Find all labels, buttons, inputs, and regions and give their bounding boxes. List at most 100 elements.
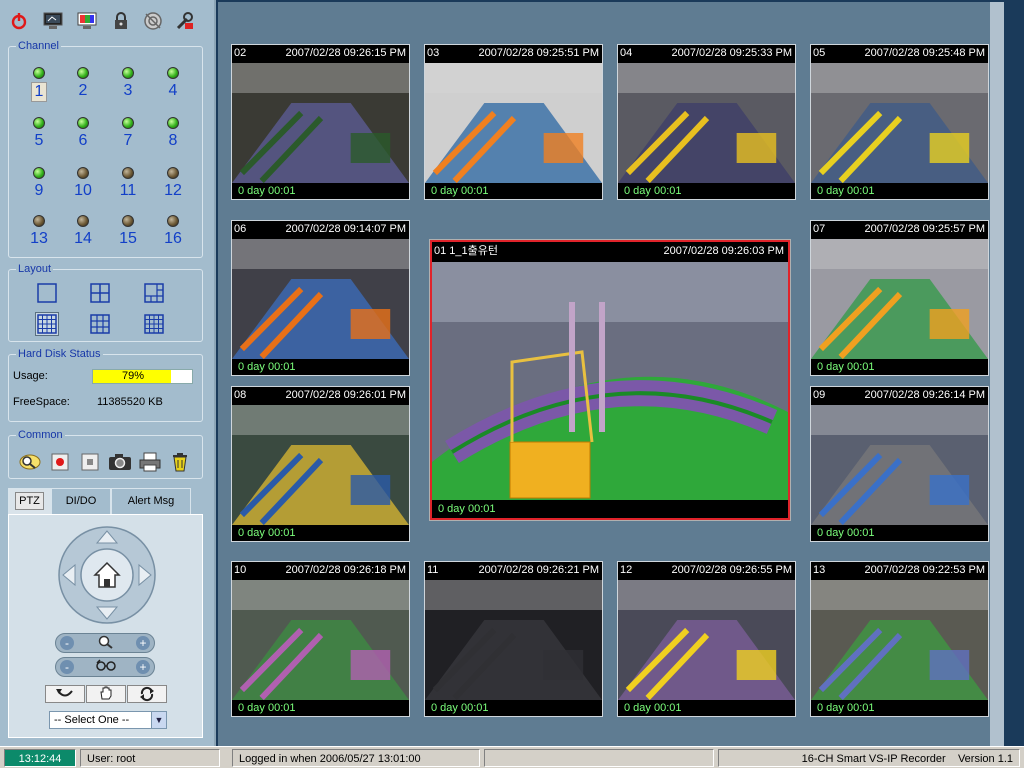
channel-15-button[interactable]: 15 xyxy=(108,215,148,248)
camera-footer: 0 day 00:01 xyxy=(624,702,682,714)
tab-alert-msg[interactable]: Alert Msg xyxy=(111,488,191,514)
camera-feed xyxy=(811,239,988,360)
camera-timestamp: 2007/02/28 09:26:55 PM xyxy=(671,564,792,576)
camera-tile-03[interactable]: 03 2007/02/28 09:25:51 PM 0 day 00:01 xyxy=(424,44,603,200)
layout-4x4-icon[interactable] xyxy=(143,313,165,335)
focus-control: - + xyxy=(55,657,155,677)
channel-number: 4 xyxy=(168,82,178,99)
camera-tile-10[interactable]: 10 2007/02/28 09:26:18 PM 0 day 00:01 xyxy=(231,561,410,717)
channel-status-led-icon xyxy=(33,167,45,179)
channel-status-led-icon xyxy=(122,67,134,79)
status-empty xyxy=(484,749,714,767)
channel-12-button[interactable]: 12 xyxy=(153,167,193,200)
channel-number: 6 xyxy=(78,132,88,149)
camera-tile-09[interactable]: 09 2007/02/28 09:26:14 PM 0 day 00:01 xyxy=(810,386,989,542)
config-tools-icon[interactable] xyxy=(174,10,196,32)
auto-rotate-button[interactable] xyxy=(127,685,167,703)
product-version: 16-CH Smart VS-IP Recorder Version 1.1 xyxy=(718,749,1020,767)
preset-select[interactable]: -- Select One -- ▼ xyxy=(49,711,167,729)
print-icon[interactable] xyxy=(137,450,163,474)
camera-tile-08[interactable]: 08 2007/02/28 09:26:01 PM 0 day 00:01 xyxy=(231,386,410,542)
layout-3x3-icon[interactable] xyxy=(89,313,111,335)
channel-6-button[interactable]: 6 xyxy=(63,117,103,150)
channel-number: 2 xyxy=(78,82,88,99)
camera-timestamp: 2007/02/28 09:25:48 PM xyxy=(864,47,985,59)
lock-icon[interactable] xyxy=(110,10,132,32)
layout-2x2-icon[interactable] xyxy=(89,282,111,304)
stop-icon[interactable] xyxy=(77,450,103,474)
camera-timestamp: 2007/02/28 09:26:18 PM xyxy=(285,564,406,576)
channel-number: 1 xyxy=(30,82,48,102)
camera-number: 10 xyxy=(234,564,247,576)
camera-tile-04[interactable]: 04 2007/02/28 09:25:33 PM 0 day 00:01 xyxy=(617,44,796,200)
focus-far-button[interactable]: + xyxy=(136,660,150,674)
main-camera-footer: 0 day 00:01 xyxy=(438,503,496,515)
camera-tile-11[interactable]: 11 2007/02/28 09:26:21 PM 0 day 00:01 xyxy=(424,561,603,717)
delete-trash-icon[interactable] xyxy=(167,450,193,474)
camera-number: 08 xyxy=(234,389,247,401)
layout-1plus12-icon[interactable] xyxy=(35,312,59,336)
camera-timestamp: 2007/02/28 09:25:51 PM xyxy=(478,47,599,59)
ptz-direction-pad xyxy=(57,525,157,625)
channel-14-button[interactable]: 14 xyxy=(63,215,103,248)
zoom-in-button[interactable]: + xyxy=(136,636,150,650)
camera-number: 12 xyxy=(620,564,633,576)
tab-ptz[interactable]: PTZ xyxy=(8,488,51,514)
search-playback-icon[interactable] xyxy=(17,450,43,474)
channel-2-button[interactable]: 2 xyxy=(63,67,103,100)
tab-di-do[interactable]: DI/DO xyxy=(51,488,111,514)
channel-number: 15 xyxy=(119,230,137,247)
rotate-left-button[interactable] xyxy=(45,685,85,703)
channel-status-led-icon xyxy=(77,215,89,227)
free-space-label: FreeSpace: xyxy=(13,396,70,408)
channel-1-button[interactable]: 1 xyxy=(19,67,59,102)
layout-1plus5-icon[interactable] xyxy=(143,282,165,304)
common-group-title: Common xyxy=(16,428,65,442)
power-icon[interactable] xyxy=(8,10,30,32)
channel-9-button[interactable]: 9 xyxy=(19,167,59,200)
camera-tile-07[interactable]: 07 2007/02/28 09:25:57 PM 0 day 00:01 xyxy=(810,220,989,376)
camera-tile-05[interactable]: 05 2007/02/28 09:25:48 PM 0 day 00:01 xyxy=(810,44,989,200)
chevron-down-icon[interactable]: ▼ xyxy=(151,712,166,728)
channel-number: 7 xyxy=(123,132,133,149)
camera-header: 07 2007/02/28 09:25:57 PM xyxy=(811,221,988,237)
focus-glasses-icon xyxy=(94,659,118,675)
channel-number: 11 xyxy=(119,182,137,199)
camera-feed xyxy=(811,405,988,526)
channel-5-button[interactable]: 5 xyxy=(19,117,59,150)
monitor-icon[interactable] xyxy=(42,10,64,32)
channel-10-button[interactable]: 10 xyxy=(63,167,103,200)
record-icon[interactable] xyxy=(47,450,73,474)
channel-4-button[interactable]: 4 xyxy=(153,67,193,100)
camera-tile-12[interactable]: 12 2007/02/28 09:26:55 PM 0 day 00:01 xyxy=(617,561,796,717)
camera-tile-13[interactable]: 13 2007/02/28 09:22:53 PM 0 day 00:01 xyxy=(810,561,989,717)
hand-stop-button[interactable] xyxy=(86,685,126,703)
camera-feed xyxy=(232,580,409,701)
camera-footer: 0 day 00:01 xyxy=(817,185,875,197)
camera-tile-06[interactable]: 06 2007/02/28 09:14:07 PM 0 day 00:01 xyxy=(231,220,410,376)
snapshot-camera-icon[interactable] xyxy=(107,450,133,474)
zoom-control: - + xyxy=(55,633,155,653)
channel-number: 14 xyxy=(74,230,92,247)
channel-11-button[interactable]: 11 xyxy=(108,167,148,200)
camera-timestamp: 2007/02/28 09:25:57 PM xyxy=(864,223,985,235)
channel-status-led-icon xyxy=(33,67,45,79)
camera-footer: 0 day 00:01 xyxy=(817,702,875,714)
video-canvas: 01 1_1출유턴 2007/02/28 09:26:03 PM 0 day 0… xyxy=(218,2,1004,746)
channel-16-button[interactable]: 16 xyxy=(153,215,193,248)
channel-13-button[interactable]: 13 xyxy=(19,215,59,248)
zoom-out-button[interactable]: - xyxy=(60,636,74,650)
camera-header: 12 2007/02/28 09:26:55 PM xyxy=(618,562,795,578)
display-settings-icon[interactable] xyxy=(76,10,98,32)
network-icon[interactable] xyxy=(142,10,164,32)
channel-3-button[interactable]: 3 xyxy=(108,67,148,100)
channel-number: 8 xyxy=(168,132,178,149)
channel-8-button[interactable]: 8 xyxy=(153,117,193,150)
channel-number: 5 xyxy=(34,132,44,149)
channel-7-button[interactable]: 7 xyxy=(108,117,148,150)
auto-rotate-icon xyxy=(140,686,154,702)
main-camera-view[interactable]: 01 1_1출유턴 2007/02/28 09:26:03 PM 0 day 0… xyxy=(430,240,790,520)
camera-tile-02[interactable]: 02 2007/02/28 09:26:15 PM 0 day 00:01 xyxy=(231,44,410,200)
layout-1x1-icon[interactable] xyxy=(36,282,58,304)
focus-near-button[interactable]: - xyxy=(60,660,74,674)
